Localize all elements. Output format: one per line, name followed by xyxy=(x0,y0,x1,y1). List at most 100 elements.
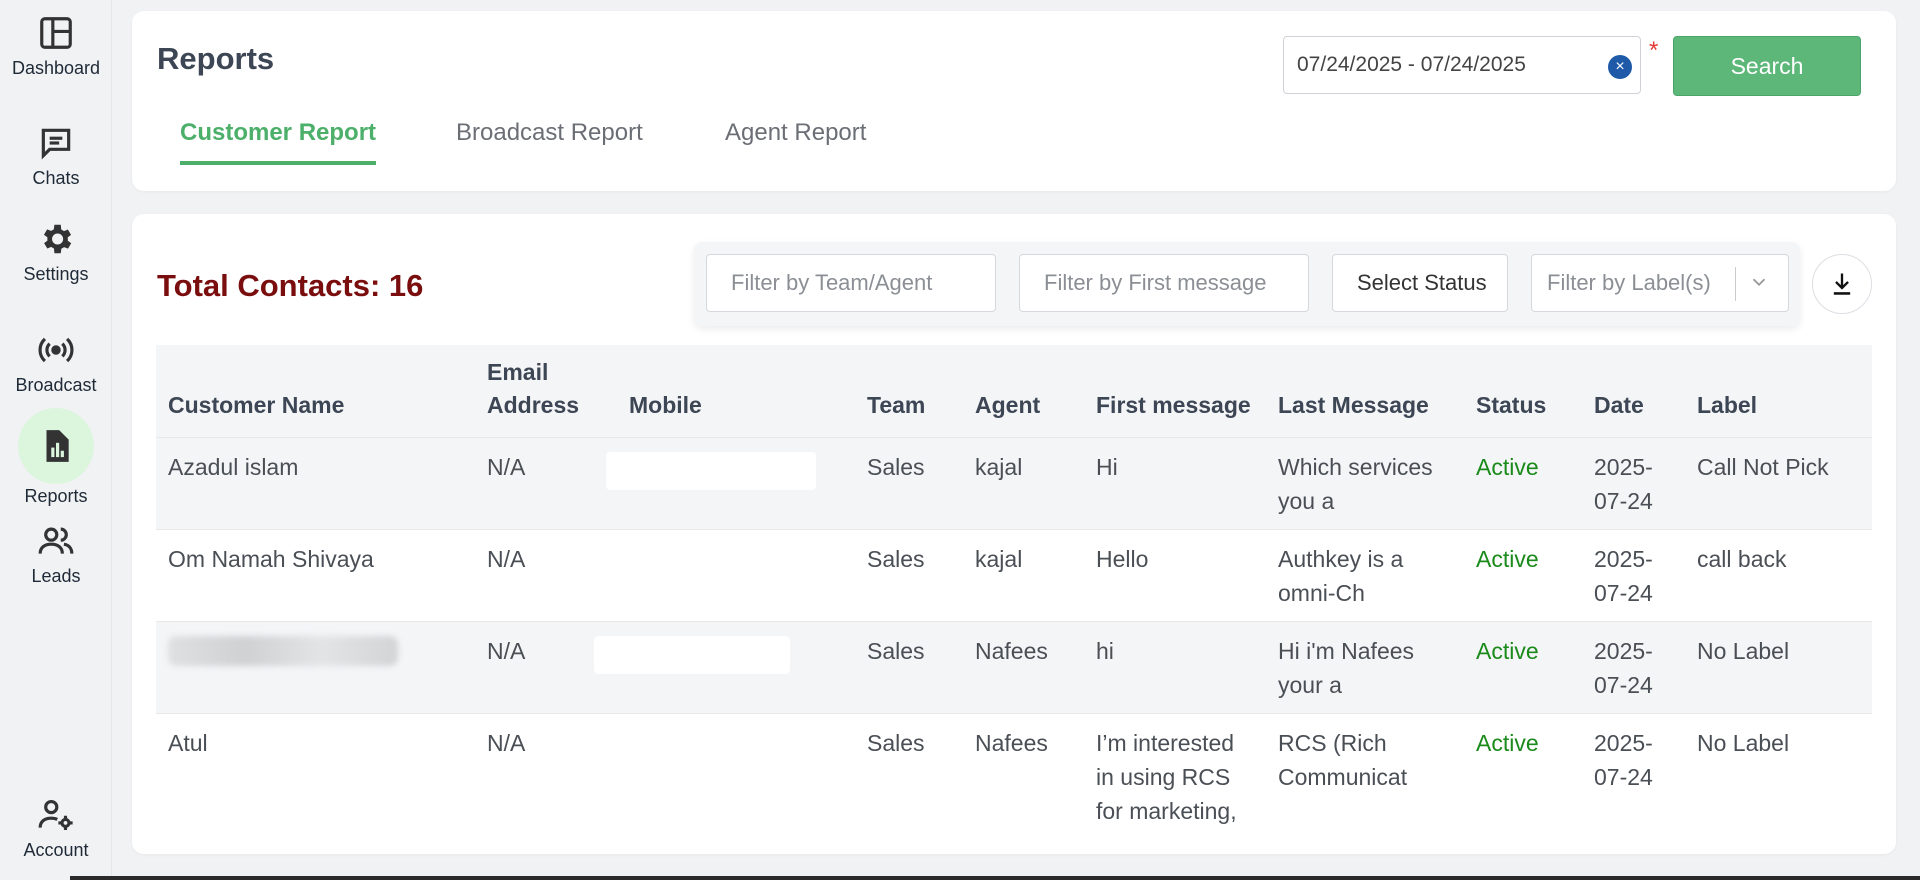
cell-last-message-line1: Which services xyxy=(1278,454,1433,480)
chat-icon xyxy=(37,124,75,162)
col-email-line1[interactable]: Email xyxy=(487,356,548,389)
table-row[interactable]: Atul N/A Sales Nafees I’m interested in … xyxy=(156,713,1872,827)
cell-first-message-line2: in using RCS xyxy=(1096,764,1231,790)
status-badge: Active xyxy=(1476,638,1539,664)
download-button[interactable] xyxy=(1812,254,1872,314)
sidebar-item-label: Leads xyxy=(31,566,81,586)
cell-email: N/A xyxy=(487,730,526,756)
cell-first-message: hi xyxy=(1096,638,1114,664)
table-row[interactable]: N/A Sales Nafees hi Hi i'm Nafees your a… xyxy=(156,621,1872,713)
col-email-line2[interactable]: Address xyxy=(487,389,579,422)
sidebar-item-broadcast[interactable]: Broadcast xyxy=(0,331,112,396)
cell-last-message-line1: Authkey is a xyxy=(1278,546,1404,572)
status-select[interactable]: Select Status xyxy=(1332,254,1508,312)
first-message-filter[interactable]: Filter by First message xyxy=(1019,254,1309,312)
col-customer-name[interactable]: Customer Name xyxy=(168,389,344,422)
cell-email: N/A xyxy=(487,454,526,480)
col-first-message[interactable]: First message xyxy=(1096,389,1251,422)
sidebar-item-reports[interactable]: Reports xyxy=(0,408,112,507)
col-team[interactable]: Team xyxy=(867,389,925,422)
cell-first-message: Hi xyxy=(1096,454,1118,480)
label-filter[interactable]: Filter by Label(s) xyxy=(1531,254,1789,312)
cell-label: No Label xyxy=(1697,638,1790,664)
sidebar-item-dashboard[interactable]: Dashboard xyxy=(0,14,112,79)
cell-label: call back xyxy=(1697,546,1787,572)
sidebar-item-label: Broadcast xyxy=(15,375,97,395)
cell-team: Sales xyxy=(867,730,925,756)
tab-agent-report[interactable]: Agent Report xyxy=(725,119,866,161)
cell-last-message-line2: omni-Ch xyxy=(1278,580,1365,606)
sidebar-item-label: Account xyxy=(23,840,89,860)
cell-agent: kajal xyxy=(975,546,1023,572)
cell-first-message-line3: for marketing, xyxy=(1096,798,1237,824)
required-marker: * xyxy=(1649,37,1659,64)
table-row[interactable]: Om Namah Shivaya N/A Sales kajal Hello A… xyxy=(156,529,1872,621)
cell-agent: Nafees xyxy=(975,730,1048,756)
total-contacts: Total Contacts: 16 xyxy=(157,268,424,303)
col-date[interactable]: Date xyxy=(1594,389,1644,422)
team-agent-filter[interactable]: Filter by Team/Agent xyxy=(706,254,996,312)
col-last-message[interactable]: Last Message xyxy=(1278,389,1429,422)
cell-date-line2: 07-24 xyxy=(1594,488,1653,514)
sidebar-item-account[interactable]: Account xyxy=(0,796,112,861)
sidebar-item-label: Settings xyxy=(23,264,89,284)
redacted-mobile xyxy=(606,452,816,490)
cell-team: Sales xyxy=(867,546,925,572)
status-badge: Active xyxy=(1476,546,1539,572)
cell-last-message-line1: RCS (Rich xyxy=(1278,730,1387,756)
date-range-input[interactable]: 07/24/2025 - 07/24/2025 × xyxy=(1283,36,1641,94)
cell-date-line2: 07-24 xyxy=(1594,764,1653,790)
clear-icon[interactable]: × xyxy=(1608,55,1632,79)
cell-name: Om Namah Shivaya xyxy=(168,546,374,572)
col-label[interactable]: Label xyxy=(1697,389,1757,422)
users-icon xyxy=(37,522,75,560)
sidebar-item-leads[interactable]: Leads xyxy=(0,522,112,587)
tab-customer-report[interactable]: Customer Report xyxy=(180,119,377,165)
cell-agent: kajal xyxy=(975,454,1023,480)
gear-icon xyxy=(37,220,75,258)
cell-email: N/A xyxy=(487,638,526,664)
redacted-mobile xyxy=(594,636,790,674)
reports-header: Reports Customer Report Broadcast Report… xyxy=(132,11,1896,191)
cell-last-message-line2: you a xyxy=(1278,488,1335,514)
cell-team: Sales xyxy=(867,638,925,664)
cell-date-line2: 07-24 xyxy=(1594,580,1653,606)
col-agent[interactable]: Agent xyxy=(975,389,1040,422)
redacted-name xyxy=(168,636,398,666)
tab-broadcast-report[interactable]: Broadcast Report xyxy=(456,119,643,161)
cell-label: No Label xyxy=(1697,730,1790,756)
chevron-down-icon xyxy=(1752,278,1766,287)
customer-report-panel: Total Contacts: 16 Filter by Team/Agent … xyxy=(132,214,1896,854)
cell-first-message: Hello xyxy=(1096,546,1149,572)
cell-label: Call Not Pick xyxy=(1697,454,1829,480)
download-icon xyxy=(1833,273,1851,295)
sidebar: Dashboard Chats Settings Broadcast Repor… xyxy=(0,0,112,880)
cell-name: Azadul islam xyxy=(168,454,299,480)
status-badge: Active xyxy=(1476,454,1539,480)
sidebar-item-label: Dashboard xyxy=(11,58,101,78)
col-mobile[interactable]: Mobile xyxy=(629,389,702,422)
search-button[interactable]: Search xyxy=(1673,36,1861,96)
col-status[interactable]: Status xyxy=(1476,389,1546,422)
status-badge: Active xyxy=(1476,730,1539,756)
customer-report-table: Customer Name Email Address Mobile Team … xyxy=(156,345,1872,827)
cell-first-message-line1: I’m interested xyxy=(1096,730,1235,756)
cell-date-line1: 2025- xyxy=(1594,638,1653,664)
report-icon xyxy=(18,408,94,484)
sidebar-item-chats[interactable]: Chats xyxy=(0,124,112,189)
cell-name: Atul xyxy=(168,730,208,756)
dashboard-icon xyxy=(37,14,75,52)
cell-date-line2: 07-24 xyxy=(1594,672,1653,698)
cell-agent: Nafees xyxy=(975,638,1048,664)
divider xyxy=(1735,267,1736,301)
cell-team: Sales xyxy=(867,454,925,480)
sidebar-item-label: Reports xyxy=(24,486,88,506)
cell-date-line1: 2025- xyxy=(1594,730,1653,756)
broadcast-icon xyxy=(37,331,75,369)
table-row[interactable]: Azadul islam N/A Sales kajal Hi Which se… xyxy=(156,437,1872,529)
sidebar-item-settings[interactable]: Settings xyxy=(0,220,112,285)
date-range-value: 07/24/2025 - 07/24/2025 xyxy=(1297,53,1526,76)
cell-last-message-line2: Communicat xyxy=(1278,764,1408,790)
taskbar-edge xyxy=(70,876,1920,880)
cell-date-line1: 2025- xyxy=(1594,454,1653,480)
